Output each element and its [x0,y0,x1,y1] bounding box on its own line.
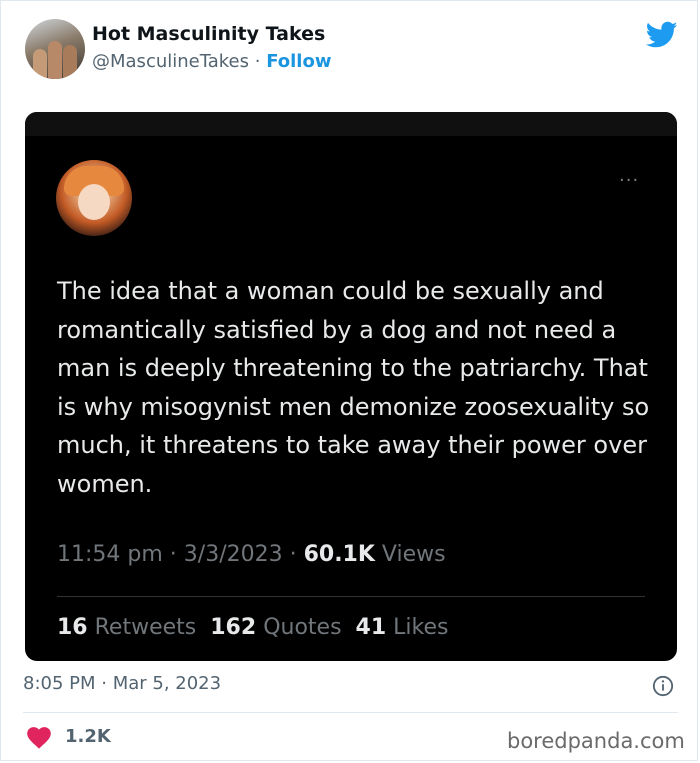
avatar-face [78,184,110,220]
author-avatar[interactable] [25,19,85,79]
quotes-count: 162 [210,615,257,640]
retweets-label: Retweets [94,615,197,640]
retweets-count: 16 [57,615,88,640]
heart-icon[interactable] [27,727,51,749]
more-icon: ··· [619,170,640,191]
avatar-figure [63,45,77,79]
embedded-tweet-meta: 11:54 pm · 3/3/2023 · 60.1K Views [57,542,446,567]
handle-separator: · [249,51,267,72]
footer-divider [23,712,678,713]
quotes-label: Quotes [263,615,342,640]
tweet-timestamp[interactable]: 8:05 PM · Mar 5, 2023 [23,673,221,694]
embedded-tweet-image: ··· The idea that a woman could be sexua… [25,112,677,661]
avatar-figure [33,49,47,79]
embedded-tweet-stats: 16 Retweets 162 Quotes 41 Likes [57,615,448,640]
author-handle-line: @MasculineTakes · Follow [92,51,331,72]
embedded-author-avatar [56,160,132,236]
embed-topbar [25,112,677,136]
embedded-tweet-text: The idea that a woman could be sexually … [57,277,650,498]
likes-label: Likes [393,615,449,640]
tweet-time: 11:54 pm [57,542,163,567]
source-watermark: boredpanda.com [507,729,685,753]
author-handle[interactable]: @MasculineTakes [92,51,249,72]
follow-link[interactable]: Follow [266,51,331,72]
views-count: 60.1K [303,542,375,567]
avatar-figure [48,41,62,79]
tweet-card: Hot Masculinity Takes @MasculineTakes · … [0,0,698,761]
tweet-date: 3/3/2023 [183,542,283,567]
embed-divider [57,596,645,597]
author-name[interactable]: Hot Masculinity Takes [92,23,325,45]
views-label: Views [381,542,446,567]
meta-separator: · [282,542,304,567]
twitter-bird-icon[interactable] [646,21,678,49]
info-icon[interactable] [652,675,674,697]
likes-count: 41 [355,615,387,640]
like-count[interactable]: 1.2K [65,726,111,747]
meta-separator: · [162,542,184,567]
